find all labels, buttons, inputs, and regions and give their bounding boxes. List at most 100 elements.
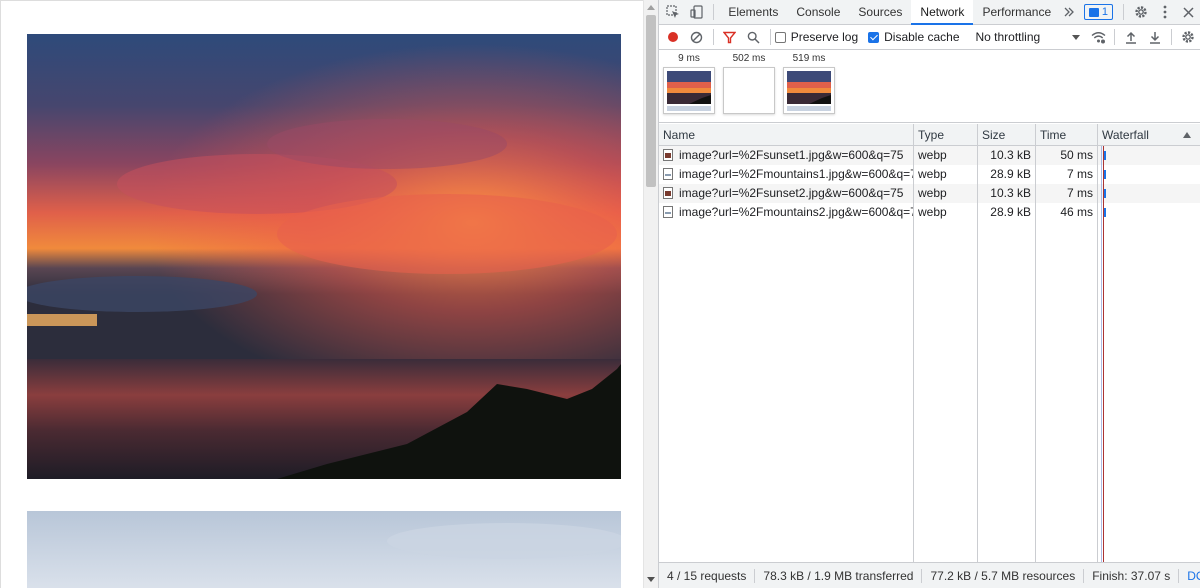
column-header-name[interactable]: Name bbox=[659, 124, 914, 146]
toolbar-separator bbox=[769, 29, 771, 45]
frame-time: 502 ms bbox=[732, 53, 766, 64]
toolbar-separator bbox=[713, 4, 715, 20]
disable-cache-checkbox[interactable]: Disable cache bbox=[868, 30, 960, 44]
table-body: image?url=%2Fsunset1.jpg&w=600&q=75 webp… bbox=[659, 146, 1200, 562]
request-type: webp bbox=[918, 148, 947, 162]
tab-network[interactable]: Network bbox=[911, 0, 974, 25]
table-row[interactable]: image?url=%2Fsunset2.jpg&w=600&q=75 webp… bbox=[659, 184, 1200, 203]
network-toolbar: Preserve log Disable cache No throttling bbox=[659, 25, 1200, 50]
filmstrip-frame[interactable]: 519 ms bbox=[783, 53, 835, 114]
more-options-kebab-icon[interactable] bbox=[1153, 0, 1177, 24]
inspect-element-icon[interactable] bbox=[661, 0, 685, 24]
disable-cache-label: Disable cache bbox=[884, 30, 960, 44]
column-header-waterfall[interactable]: Waterfall bbox=[1098, 124, 1200, 146]
frame-time: 519 ms bbox=[792, 53, 826, 64]
status-requests: 4 / 15 requests bbox=[659, 568, 756, 583]
frame-thumbnail[interactable] bbox=[723, 67, 775, 114]
column-header-time[interactable]: Time bbox=[1036, 124, 1098, 146]
devtools-tabbar: Elements Console Sources Network Perform… bbox=[659, 0, 1200, 25]
image-file-icon bbox=[663, 187, 673, 199]
request-name-cell[interactable]: image?url=%2Fsunset1.jpg&w=600&q=75 bbox=[659, 146, 914, 165]
request-name: image?url=%2Fmountains2.jpg&w=600&q=75 bbox=[679, 205, 914, 219]
throttling-select[interactable]: No throttling bbox=[976, 30, 1081, 44]
disable-cache-box[interactable] bbox=[868, 31, 880, 43]
toolbar-separator bbox=[1171, 29, 1173, 45]
scroll-up-arrow-icon[interactable] bbox=[647, 5, 655, 10]
request-time: 46 ms bbox=[1060, 205, 1093, 219]
requests-table: Name Type Size Time Waterfall image?url=… bbox=[659, 124, 1200, 562]
tab-console[interactable]: Console bbox=[787, 0, 849, 25]
network-settings-gear-icon[interactable] bbox=[1176, 25, 1200, 49]
clear-button[interactable] bbox=[685, 25, 709, 49]
mountain-image bbox=[27, 511, 621, 588]
column-header-size[interactable]: Size bbox=[978, 124, 1036, 146]
request-type: webp bbox=[918, 205, 947, 219]
import-har-upload-icon[interactable] bbox=[1119, 25, 1143, 49]
request-name-cell[interactable]: image?url=%2Fsunset2.jpg&w=600&q=75 bbox=[659, 184, 914, 203]
device-toolbar-icon[interactable] bbox=[685, 0, 709, 24]
table-row[interactable]: image?url=%2Fmountains1.jpg&w=600&q=75 w… bbox=[659, 165, 1200, 184]
more-tabs-chevron-icon[interactable] bbox=[1060, 0, 1078, 24]
network-conditions-wifi-icon[interactable] bbox=[1086, 25, 1110, 49]
tab-sources[interactable]: Sources bbox=[849, 0, 911, 25]
status-finish: Finish: 37.07 s bbox=[1084, 568, 1180, 583]
throttling-value: No throttling bbox=[975, 30, 1041, 44]
request-name: image?url=%2Fmountains1.jpg&w=600&q=75 bbox=[679, 167, 914, 181]
toolbar-separator bbox=[1114, 29, 1116, 45]
request-waterfall bbox=[1098, 203, 1200, 222]
request-size: 28.9 kB bbox=[990, 167, 1031, 181]
request-name-cell[interactable]: image?url=%2Fmountains1.jpg&w=600&q=75 bbox=[659, 165, 914, 184]
request-waterfall bbox=[1098, 184, 1200, 203]
column-header-type[interactable]: Type bbox=[914, 124, 978, 146]
record-button[interactable] bbox=[661, 25, 685, 49]
preserve-log-checkbox[interactable]: Preserve log bbox=[774, 30, 859, 44]
request-size: 10.3 kB bbox=[990, 186, 1031, 200]
close-devtools-icon[interactable] bbox=[1176, 0, 1200, 24]
sort-ascending-icon[interactable] bbox=[1183, 132, 1191, 138]
sunset-image bbox=[27, 34, 621, 479]
toolbar-separator bbox=[712, 29, 714, 45]
request-size: 10.3 kB bbox=[990, 148, 1031, 162]
chevron-down-icon bbox=[1072, 34, 1081, 40]
toolbar-separator bbox=[1123, 4, 1124, 20]
waterfall-bar bbox=[1104, 151, 1106, 160]
settings-gear-icon[interactable] bbox=[1129, 0, 1153, 24]
devtools-panel: Elements Console Sources Network Perform… bbox=[658, 0, 1200, 588]
tab-performance[interactable]: Performance bbox=[973, 0, 1060, 25]
status-resources: 77.2 kB / 5.7 MB resources bbox=[922, 568, 1085, 583]
filter-funnel-icon[interactable] bbox=[718, 25, 742, 49]
column-divider bbox=[1035, 146, 1036, 562]
request-waterfall bbox=[1098, 165, 1200, 184]
column-divider bbox=[977, 146, 978, 562]
request-size: 28.9 kB bbox=[990, 205, 1031, 219]
filmstrip-frame[interactable]: 9 ms bbox=[663, 53, 715, 114]
image-file-icon bbox=[663, 149, 673, 161]
request-type: webp bbox=[918, 167, 947, 181]
scroll-down-arrow-icon[interactable] bbox=[647, 577, 655, 582]
tab-elements[interactable]: Elements bbox=[719, 0, 787, 25]
export-har-download-icon[interactable] bbox=[1143, 25, 1167, 49]
filmstrip-frame[interactable]: 502 ms bbox=[723, 53, 775, 114]
request-time: 7 ms bbox=[1066, 186, 1093, 200]
frame-time: 9 ms bbox=[678, 53, 700, 64]
table-row[interactable]: image?url=%2Fmountains2.jpg&w=600&q=75 w… bbox=[659, 203, 1200, 222]
frame-thumbnail[interactable] bbox=[783, 67, 835, 114]
waterfall-bar bbox=[1104, 170, 1106, 179]
preserve-log-label: Preserve log bbox=[790, 30, 859, 44]
image-file-icon bbox=[663, 168, 673, 180]
page-scrollbar[interactable] bbox=[643, 0, 658, 588]
waterfall-bar bbox=[1104, 208, 1106, 217]
request-name: image?url=%2Fsunset1.jpg&w=600&q=75 bbox=[679, 148, 904, 162]
scrollbar-thumb[interactable] bbox=[646, 15, 656, 187]
message-icon bbox=[1088, 7, 1099, 17]
preserve-log-box[interactable] bbox=[774, 31, 786, 43]
request-time: 50 ms bbox=[1060, 148, 1093, 162]
table-row[interactable]: image?url=%2Fsunset1.jpg&w=600&q=75 webp… bbox=[659, 146, 1200, 165]
waterfall-bar bbox=[1104, 189, 1106, 198]
status-domcontentloaded: DOMConte bbox=[1187, 568, 1200, 583]
request-name-cell[interactable]: image?url=%2Fmountains2.jpg&w=600&q=75 bbox=[659, 203, 914, 222]
search-icon[interactable] bbox=[742, 25, 766, 49]
request-time: 7 ms bbox=[1066, 167, 1093, 181]
issues-badge[interactable]: 1 bbox=[1083, 4, 1114, 20]
frame-thumbnail[interactable] bbox=[663, 67, 715, 114]
